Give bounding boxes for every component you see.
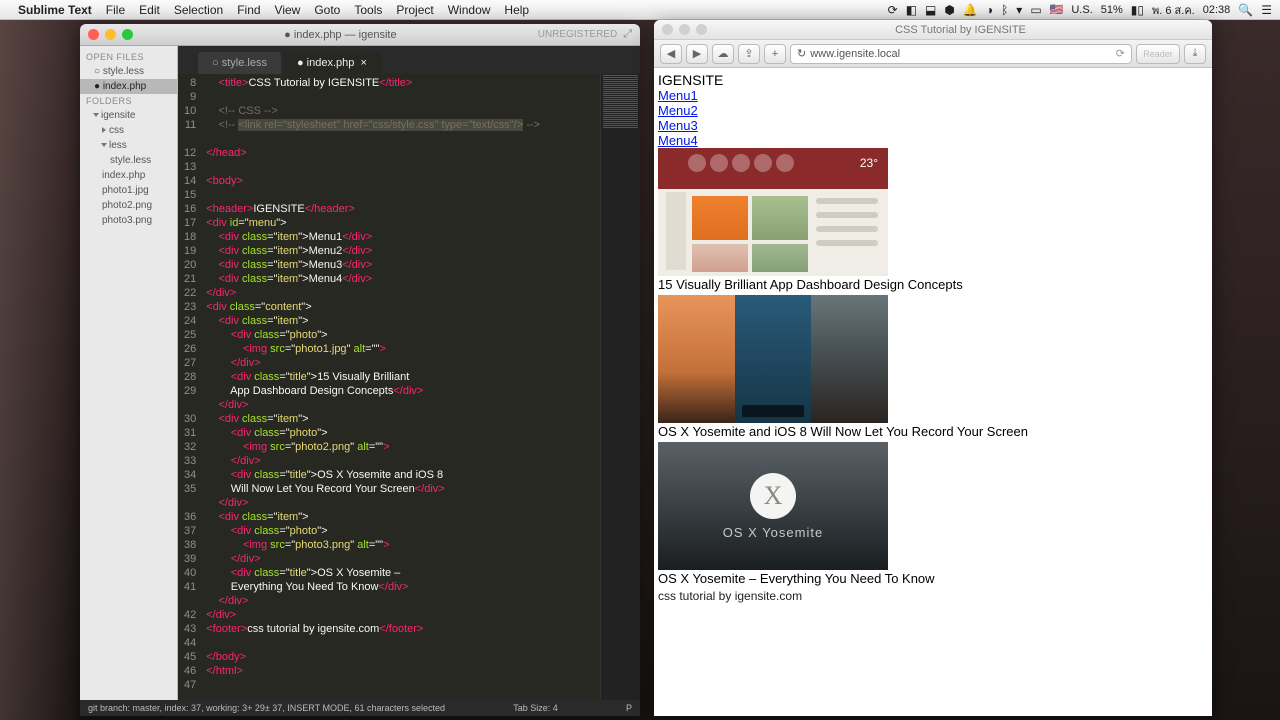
menu-find[interactable]: Find — [237, 3, 260, 17]
window-title: index.php — igensite — [294, 29, 397, 41]
menu-file[interactable]: File — [106, 3, 125, 17]
minimize-icon[interactable] — [679, 24, 690, 35]
unregistered-label: UNREGISTERED — [538, 29, 617, 40]
battery-pct[interactable]: 51% — [1101, 4, 1123, 16]
code-text[interactable]: <title>CSS Tutorial by IGENSITE</title> … — [204, 74, 600, 700]
sidebar-file[interactable]: photo2.png — [80, 198, 177, 213]
status-icon[interactable]: ⬢ — [944, 3, 954, 17]
notification-icon[interactable]: ☰ — [1261, 3, 1272, 17]
url-input[interactable]: ↻www.igensite.local⟳ — [790, 44, 1132, 64]
battery-icon[interactable]: ▮▯ — [1131, 3, 1144, 17]
gutter: 891011 121314151617181920212223242526272… — [178, 74, 204, 700]
sublime-titlebar[interactable]: ● index.php — igensite UNREGISTERED ⤢ — [80, 24, 640, 46]
menu-selection[interactable]: Selection — [174, 3, 223, 17]
menu-help[interactable]: Help — [504, 3, 529, 17]
menu-edit[interactable]: Edit — [139, 3, 160, 17]
dropbox-icon[interactable]: ⬓ — [925, 3, 936, 17]
sidebar-folder[interactable]: less — [80, 138, 177, 153]
tab-bar: ○ style.less ● index.php × — [178, 46, 640, 74]
sidebar-file[interactable]: style.less — [80, 153, 177, 168]
sidebar-file-active[interactable]: ● index.php — [80, 79, 177, 94]
reader-button[interactable]: Reader — [1136, 44, 1180, 64]
back-button[interactable]: ◀ — [660, 44, 682, 64]
status-icon[interactable]: ⟳ — [888, 3, 898, 17]
menu-view[interactable]: View — [275, 3, 301, 17]
page-footer: css tutorial by igensite.com — [658, 589, 1208, 603]
content-image-2 — [658, 295, 888, 423]
input-lang[interactable]: U.S. — [1071, 4, 1092, 16]
window-title: CSS Tutorial by IGENSITE — [717, 24, 1204, 36]
sidebar-section: FOLDERS — [80, 94, 177, 108]
sublime-sidebar: OPEN FILES ○ style.less ● index.php FOLD… — [80, 46, 178, 700]
menubar-right: ⟳ ◧ ⬓ ⬢ 🔔 ◑ ᛒ ▾ ▭ 🇺🇸 U.S. 51% ▮▯ พ. 6 ส.… — [888, 1, 1272, 19]
add-button[interactable]: + — [764, 44, 786, 64]
macos-menubar: Sublime Text File Edit Selection Find Vi… — [0, 0, 1280, 20]
caption-2: OS X Yosemite and iOS 8 Will Now Let You… — [658, 423, 1208, 442]
app-name[interactable]: Sublime Text — [18, 3, 92, 17]
wifi-icon[interactable]: ▾ — [1016, 3, 1022, 17]
status-icon[interactable]: ◧ — [906, 3, 917, 17]
tab-indexphp[interactable]: ● index.php × — [283, 52, 381, 74]
sidebar-file-active[interactable]: index.php — [80, 168, 177, 183]
flag-icon[interactable]: 🇺🇸 — [1050, 3, 1064, 16]
airplay-icon[interactable]: ▭ — [1030, 3, 1041, 17]
menu-tools[interactable]: Tools — [354, 3, 382, 17]
minimap[interactable] — [600, 74, 640, 700]
content-image-3: XOS X Yosemite — [658, 442, 888, 570]
content-image-1: 23° — [658, 148, 888, 276]
page-header: IGENSITE — [658, 72, 1208, 88]
bluetooth-icon[interactable]: ᛒ — [1001, 3, 1008, 17]
menu-project[interactable]: Project — [396, 3, 433, 17]
safari-titlebar[interactable]: CSS Tutorial by IGENSITE — [654, 20, 1212, 40]
minimize-icon[interactable] — [105, 29, 116, 40]
maximize-icon[interactable] — [696, 24, 707, 35]
cloud-button[interactable]: ☁ — [712, 44, 734, 64]
close-icon[interactable] — [662, 24, 673, 35]
status-syntax[interactable]: P — [626, 703, 632, 713]
sidebar-folder[interactable]: igensite — [80, 108, 177, 123]
sidebar-file[interactable]: photo1.jpg — [80, 183, 177, 198]
code-area[interactable]: 891011 121314151617181920212223242526272… — [178, 74, 640, 700]
bell-icon[interactable]: 🔔 — [963, 3, 978, 17]
date[interactable]: พ. 6 ส.ค. — [1152, 1, 1195, 19]
time[interactable]: 02:38 — [1203, 4, 1231, 16]
caption-1: 15 Visually Brilliant App Dashboard Desi… — [658, 276, 1208, 295]
sublime-window: ● index.php — igensite UNREGISTERED ⤢ OP… — [80, 24, 640, 716]
tab-styleless[interactable]: ○ style.less — [198, 52, 281, 74]
status-bar: git branch: master, index: 37, working: … — [80, 700, 640, 716]
dirty-icon: ● — [284, 29, 294, 41]
sublime-editor: ○ style.less ● index.php × 891011 121314… — [178, 46, 640, 700]
sidebar-folder[interactable]: css — [80, 123, 177, 138]
web-content: IGENSITE Menu1 Menu2 Menu3 Menu4 23° 15 … — [654, 68, 1212, 607]
menu-link[interactable]: Menu2 — [658, 103, 1208, 118]
status-tabsize[interactable]: Tab Size: 4 — [513, 703, 558, 713]
sidebar-file[interactable]: ○ style.less — [80, 64, 177, 79]
menu-goto[interactable]: Goto — [314, 3, 340, 17]
forward-button[interactable]: ▶ — [686, 44, 708, 64]
safari-toolbar: ◀ ▶ ☁ ⇪ + ↻www.igensite.local⟳ Reader ⤓ — [654, 40, 1212, 68]
close-icon[interactable] — [88, 29, 99, 40]
expand-icon[interactable]: ⤢ — [623, 28, 632, 41]
menu-link[interactable]: Menu4 — [658, 133, 1208, 148]
spotlight-icon[interactable]: 🔍 — [1238, 3, 1253, 17]
status-left: git branch: master, index: 37, working: … — [88, 703, 445, 713]
status-icon[interactable]: ◑ — [986, 3, 993, 17]
sidebar-file[interactable]: photo3.png — [80, 213, 177, 228]
menu-link[interactable]: Menu3 — [658, 118, 1208, 133]
downloads-button[interactable]: ⤓ — [1184, 44, 1206, 64]
desktop-edge — [0, 20, 80, 720]
maximize-icon[interactable] — [122, 29, 133, 40]
menu-link[interactable]: Menu1 — [658, 88, 1208, 103]
safari-window: CSS Tutorial by IGENSITE ◀ ▶ ☁ ⇪ + ↻www.… — [654, 20, 1212, 716]
caption-3: OS X Yosemite – Everything You Need To K… — [658, 570, 1208, 589]
sidebar-section: OPEN FILES — [80, 50, 177, 64]
menu-window[interactable]: Window — [448, 3, 491, 17]
share-button[interactable]: ⇪ — [738, 44, 760, 64]
